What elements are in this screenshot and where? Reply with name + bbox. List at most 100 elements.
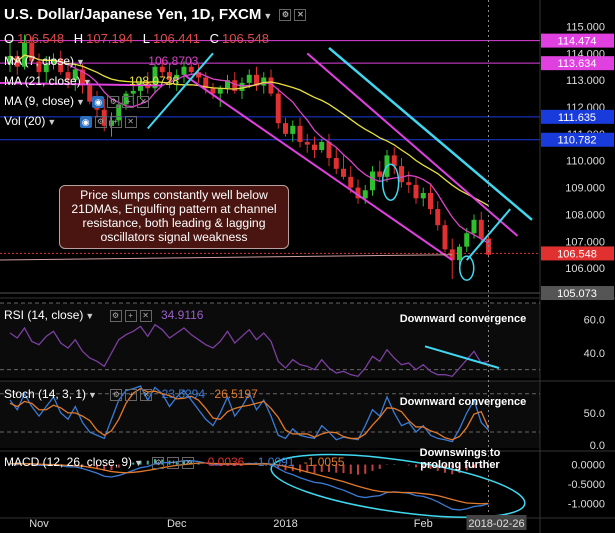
- analysis-callout: Price slumps constantly well below 21DMA…: [59, 185, 289, 249]
- macd-tick-label: 0.0000: [571, 460, 605, 472]
- candle-body: [261, 77, 267, 86]
- y-tick-label: 108.000: [565, 209, 605, 221]
- candle-body: [304, 141, 310, 145]
- engulfing-marker: [381, 163, 400, 201]
- candle-body: [217, 88, 223, 94]
- candle-body: [290, 125, 296, 134]
- chevron-down-icon[interactable]: ▼: [83, 77, 92, 87]
- y-tick-label: 113.000: [566, 75, 605, 87]
- chevron-down-icon[interactable]: ▼: [85, 311, 94, 321]
- indicator-ma7[interactable]: MA (7, close) ▼ 106.8703: [4, 54, 198, 68]
- settings-icon[interactable]: ⚙: [279, 9, 292, 22]
- indicator-ma9[interactable]: MA (9, close) ▼ ◉ ⚙ + ✕: [4, 94, 150, 108]
- candle-body: [312, 144, 317, 150]
- candle-body: [464, 233, 470, 247]
- settings-icon[interactable]: ⚙: [152, 456, 165, 469]
- candle-body: [326, 141, 332, 159]
- stoch-annotation: Downward convergence: [399, 396, 527, 408]
- add-icon[interactable]: +: [109, 115, 122, 128]
- indicator-rsi[interactable]: RSI (14, close) ▼ ⚙ + ✕ 34.9116: [4, 308, 203, 322]
- close-icon[interactable]: ✕: [124, 115, 137, 128]
- open-value: 106.548: [17, 31, 65, 46]
- candle-body: [246, 74, 252, 83]
- chevron-down-icon[interactable]: ▼: [76, 97, 85, 107]
- rsi-tick-label: 40.0: [584, 348, 605, 360]
- settings-icon[interactable]: ⚙: [107, 95, 120, 108]
- y-tick-label: 110.000: [566, 156, 605, 168]
- macd-signal-value: -1.0055: [303, 455, 345, 469]
- candle-body: [399, 166, 404, 183]
- candle-body: [362, 190, 368, 199]
- chevron-down-icon[interactable]: ▼: [134, 458, 143, 468]
- add-icon[interactable]: +: [122, 95, 135, 108]
- y-tick-label: 115.000: [566, 21, 605, 33]
- close-label: C: [209, 31, 220, 46]
- add-icon[interactable]: +: [167, 456, 180, 469]
- title-text: U.S. Dollar/Japanese Yen, 1D, FXCM: [4, 6, 262, 23]
- candle-body: [428, 192, 433, 210]
- settings-icon[interactable]: ⚙: [110, 388, 123, 401]
- rsi-label: RSI (14, close): [4, 308, 84, 322]
- open-label: O: [4, 31, 15, 46]
- indicator-macd[interactable]: MACD (12, 26, close, 9) ▼ ⚙ + ✕ -0.0036 -1.…: [4, 455, 344, 469]
- add-icon[interactable]: +: [125, 388, 138, 401]
- stoch-tick-label: 50.0: [584, 408, 605, 420]
- x-tick-label: 2018: [273, 518, 297, 530]
- price-tag-label: 105.073: [557, 288, 597, 300]
- candle-body: [442, 225, 448, 250]
- candle-body: [377, 171, 383, 177]
- macd-annotation: Downswings to prolong further: [419, 447, 501, 471]
- x-tick-label: Dec: [167, 518, 187, 530]
- macd-value: -1.0091: [253, 455, 295, 469]
- x-tick-label: 2018-02-26: [468, 518, 524, 530]
- y-tick-label: 106.000: [565, 263, 605, 275]
- chevron-down-icon[interactable]: ▼: [76, 57, 85, 67]
- candle-body: [413, 184, 419, 199]
- close-icon[interactable]: ✕: [294, 9, 307, 22]
- close-icon[interactable]: ✕: [182, 456, 195, 469]
- stoch-label: Stoch (14, 3, 1): [4, 387, 87, 401]
- x-tick-label: Feb: [414, 518, 433, 530]
- ma7-value: 106.8703: [148, 54, 199, 68]
- eye-icon[interactable]: ◉: [92, 95, 105, 108]
- settings-icon[interactable]: ⚙: [109, 309, 122, 322]
- candle-body: [420, 192, 426, 199]
- close-value: 106.548: [222, 31, 270, 46]
- close-icon[interactable]: ✕: [137, 95, 150, 108]
- low-label: L: [142, 31, 150, 46]
- close-icon[interactable]: ✕: [140, 388, 153, 401]
- close-icon[interactable]: ✕: [139, 309, 152, 322]
- price-tag-label: 114.474: [558, 36, 597, 48]
- stoch-d-value: 26.5197: [214, 387, 258, 401]
- candle-body: [275, 93, 281, 124]
- candle-body: [370, 171, 375, 191]
- candle-body: [478, 219, 484, 239]
- macd-hist-value: -0.0036: [203, 455, 245, 469]
- channel-upper-line: [306, 52, 519, 237]
- indicator-ma21[interactable]: MA (21, close) ▼ 108.0728: [4, 74, 179, 88]
- rsi-annotation: Downward convergence: [399, 313, 527, 325]
- eye-icon[interactable]: ◉: [79, 115, 92, 128]
- chart-title[interactable]: U.S. Dollar/Japanese Yen, 1D, FXCM ▼ ⚙ ✕: [4, 6, 307, 23]
- candle-body: [435, 209, 441, 226]
- x-tick-label: Nov: [29, 518, 49, 530]
- candle-body: [457, 246, 462, 261]
- indicator-stoch[interactable]: Stoch (14, 3, 1) ▼ ⚙ + ✕ 23.5294 26.5197: [4, 387, 258, 401]
- settings-icon[interactable]: ⚙: [94, 115, 107, 128]
- chevron-down-icon[interactable]: ▼: [88, 390, 97, 400]
- rsi-value: 34.9116: [160, 308, 204, 322]
- candle-body: [319, 141, 325, 150]
- high-value: 107.194: [86, 31, 134, 46]
- support-line: [0, 254, 453, 261]
- chevron-down-icon[interactable]: ▼: [263, 11, 272, 21]
- indicator-vol[interactable]: Vol (20) ▼ ◉ ⚙ + ✕: [4, 114, 137, 128]
- add-icon[interactable]: +: [124, 309, 137, 322]
- price-tag-label: 111.635: [558, 112, 596, 124]
- candle-body: [283, 123, 288, 134]
- ma9-label: MA (9, close): [4, 94, 75, 108]
- candle-body: [297, 125, 303, 142]
- chevron-down-icon[interactable]: ▼: [47, 117, 56, 127]
- macd-tick-label: -1.0000: [568, 498, 605, 510]
- ma7-label: MA (7, close): [4, 54, 75, 68]
- stoch-tick-label: 0.0: [590, 440, 605, 452]
